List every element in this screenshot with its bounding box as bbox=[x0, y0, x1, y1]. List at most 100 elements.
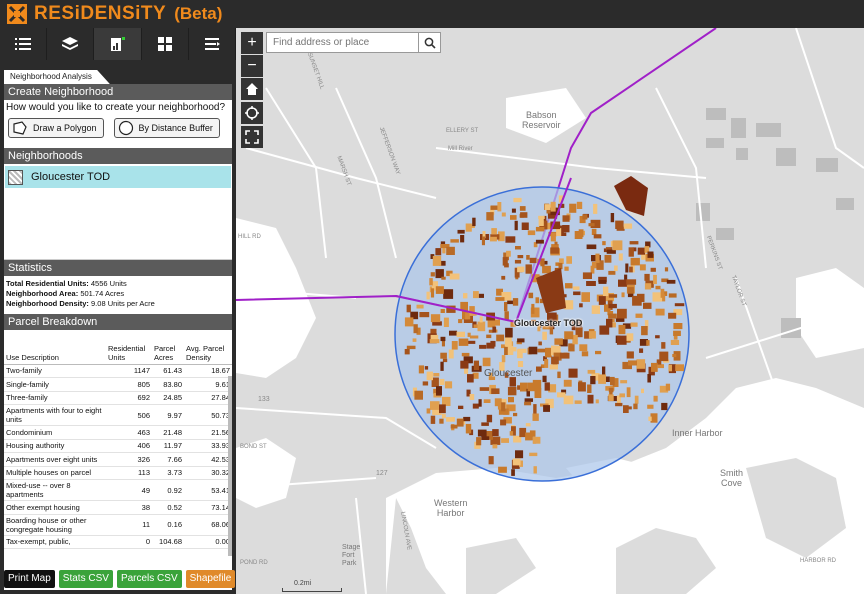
grid-button[interactable] bbox=[142, 28, 189, 60]
road-label: ELLERY ST bbox=[446, 128, 479, 134]
draw-polygon-button[interactable]: Draw a Polygon bbox=[8, 118, 104, 138]
parcel-shape bbox=[563, 379, 572, 387]
parcel-shape bbox=[519, 427, 527, 438]
parcel-shape bbox=[512, 298, 519, 306]
parcel-shape bbox=[504, 263, 509, 268]
parcel-shape bbox=[665, 383, 671, 391]
parcel-shape bbox=[587, 394, 594, 404]
parcel-shape bbox=[598, 280, 607, 284]
search-button[interactable] bbox=[418, 33, 440, 52]
fullscreen-button[interactable] bbox=[241, 126, 263, 148]
scale-label: 0.2mi bbox=[294, 580, 312, 587]
parcel-shape bbox=[610, 213, 615, 223]
table-row[interactable]: Condominium 463 21.48 21.56 bbox=[4, 425, 232, 440]
cell-acres: 61.43 bbox=[152, 364, 184, 378]
parcel-shape bbox=[550, 232, 556, 242]
analysis-button[interactable] bbox=[94, 28, 142, 60]
cell-acres: 24.85 bbox=[152, 391, 184, 405]
search-input[interactable] bbox=[267, 33, 419, 52]
parcel-shape bbox=[641, 388, 644, 394]
create-neighborhood-heading: Create Neighborhood bbox=[4, 84, 232, 100]
home-button[interactable] bbox=[241, 78, 263, 100]
parcel-shape bbox=[513, 412, 518, 417]
cell-acres: 0.16 bbox=[152, 514, 184, 536]
grid-icon bbox=[157, 37, 172, 51]
parcel-shape bbox=[505, 327, 513, 338]
parcel-shape bbox=[616, 335, 627, 345]
parcel-shape bbox=[510, 215, 517, 220]
parcel-shape bbox=[460, 235, 465, 243]
stats-csv-button[interactable]: Stats CSV bbox=[58, 570, 113, 588]
cell-acres: 9.97 bbox=[152, 404, 184, 426]
parcel-shape bbox=[498, 466, 507, 473]
list-button[interactable] bbox=[0, 28, 48, 60]
parcel-shape bbox=[564, 266, 569, 271]
parcel-shape bbox=[506, 250, 511, 257]
parcels-csv-button[interactable]: Parcels CSV bbox=[116, 570, 182, 588]
cell-acres: 104.68 bbox=[152, 535, 184, 549]
cell-density: 53.41 bbox=[184, 479, 232, 501]
table-row[interactable]: Housing authority 406 11.97 33.93 bbox=[4, 439, 232, 453]
parcel-shape bbox=[538, 218, 544, 226]
table-row[interactable]: Other exempt housing 38 0.52 73.14 bbox=[4, 500, 232, 515]
parcel-shape bbox=[525, 432, 533, 441]
col-residential-units[interactable]: Residential Units bbox=[106, 330, 152, 365]
table-row[interactable]: Apartments over eight units 326 7.66 42.53 bbox=[4, 452, 232, 467]
parcel-shape bbox=[528, 346, 538, 355]
col-avg-density[interactable]: Avg. Parcel Density bbox=[184, 330, 232, 365]
parcel-shape bbox=[477, 429, 487, 437]
table-row[interactable]: Multiple houses on parcel 113 3.73 30.32 bbox=[4, 466, 232, 480]
parcel-shape bbox=[630, 257, 640, 266]
parcel-shape bbox=[628, 247, 634, 257]
parcel-shape bbox=[591, 305, 600, 314]
cell-units: 326 bbox=[106, 452, 152, 467]
tab-neighborhood-analysis[interactable]: Neighborhood Analysis bbox=[4, 70, 110, 84]
parcel-table-body: Two-family 1147 61.43 18.67 Single-family 805… bbox=[4, 364, 232, 549]
cell-use-description: Multiple houses on parcel bbox=[4, 466, 106, 480]
parcel-shape bbox=[492, 429, 499, 437]
cell-units: 49 bbox=[106, 479, 152, 501]
table-row[interactable]: Three-family 692 24.85 27.84 bbox=[4, 391, 232, 405]
layers-button[interactable] bbox=[47, 28, 95, 60]
parcel-shape bbox=[661, 342, 666, 349]
parcel-shape bbox=[478, 293, 484, 298]
parcel-shape bbox=[543, 405, 550, 412]
parcel-shape bbox=[426, 371, 433, 381]
parcel-shape bbox=[581, 292, 590, 302]
map-view[interactable]: Babson Reservoir Inner Harbor Western Ha… bbox=[236, 28, 864, 594]
parcel-shape bbox=[573, 291, 581, 296]
table-row[interactable]: Boarding house or other congregate housi… bbox=[4, 514, 232, 536]
zoom-out-button[interactable]: − bbox=[241, 55, 263, 77]
parcel-shape bbox=[614, 265, 618, 272]
print-map-button[interactable]: Print Map bbox=[4, 570, 55, 588]
parcel-shape bbox=[450, 239, 459, 243]
table-row[interactable]: Tax-exempt, public, 0 104.68 0.00 bbox=[4, 535, 232, 549]
table-row[interactable]: Mixed-use -- over 8 apartments 49 0.92 53.4… bbox=[4, 479, 232, 501]
table-row[interactable]: Two-family 1147 61.43 18.67 bbox=[4, 364, 232, 378]
panel-scrollbar[interactable] bbox=[228, 376, 232, 556]
col-use-description[interactable]: Use Description bbox=[4, 330, 106, 365]
table-row[interactable]: Apartments with four to eight units 506 9.… bbox=[4, 404, 232, 426]
distance-buffer-button[interactable]: By Distance Buffer bbox=[113, 118, 220, 138]
cell-use-description: Housing authority bbox=[4, 439, 106, 453]
stage-fort-label: Stage Fort Park bbox=[342, 544, 361, 567]
cell-units: 38 bbox=[106, 500, 152, 515]
parcel-shape bbox=[666, 279, 676, 284]
zoom-in-button[interactable]: + bbox=[241, 32, 263, 54]
parcel-shape bbox=[443, 317, 449, 327]
locate-button[interactable] bbox=[241, 102, 263, 124]
parcel-shape bbox=[473, 291, 479, 299]
parcel-shape bbox=[469, 394, 475, 400]
parcel-shape bbox=[535, 297, 540, 304]
col-parcel-acres[interactable]: Parcel Acres bbox=[152, 330, 184, 365]
menu-button[interactable] bbox=[189, 28, 237, 60]
cell-units: 692 bbox=[106, 391, 152, 405]
shapefile-button[interactable]: Shapefile bbox=[185, 570, 236, 588]
table-row[interactable]: Single-family 805 83.80 9.61 bbox=[4, 377, 232, 392]
create-buttons: Draw a Polygon By Distance Buffer bbox=[4, 114, 232, 142]
parcel-shape bbox=[473, 360, 479, 370]
parcel-shape bbox=[674, 303, 685, 307]
neighborhood-item[interactable]: Gloucester TOD bbox=[5, 166, 231, 188]
parcel-shape bbox=[579, 303, 583, 308]
cell-density: 0.00 bbox=[184, 535, 232, 549]
